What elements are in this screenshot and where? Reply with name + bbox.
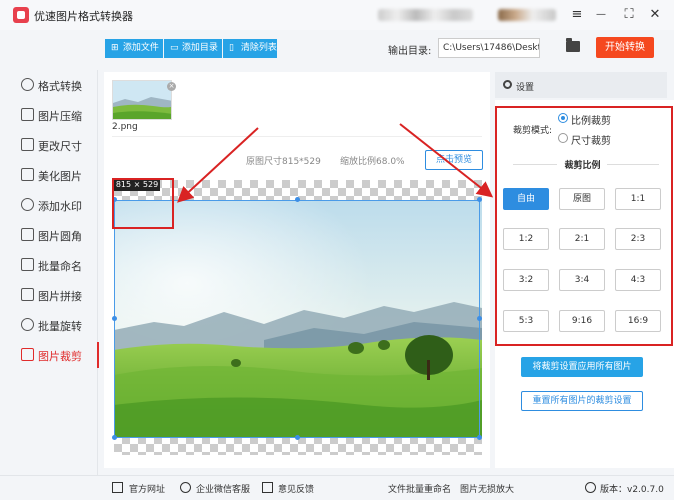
annotation-arrows — [177, 123, 494, 203]
website-icon — [112, 482, 123, 493]
feedback-icon — [262, 482, 273, 493]
lossless-enlarge-link[interactable]: 图片无损放大 — [460, 482, 514, 495]
website-link[interactable]: 官方网址 — [129, 482, 165, 495]
version-text: 版本：v2.0.7.0 — [600, 485, 664, 495]
wechat-icon — [180, 482, 191, 493]
footer: 官方网址 企业微信客服 意见反馈 文件批量重命名 图片无损放大 版本：v2.0.… — [0, 475, 674, 500]
feedback-link[interactable]: 意见反馈 — [278, 482, 314, 495]
version-icon — [585, 482, 596, 493]
batch-rename-link[interactable]: 文件批量重命名 — [388, 482, 451, 495]
wechat-service-link[interactable]: 企业微信客服 — [196, 482, 250, 495]
